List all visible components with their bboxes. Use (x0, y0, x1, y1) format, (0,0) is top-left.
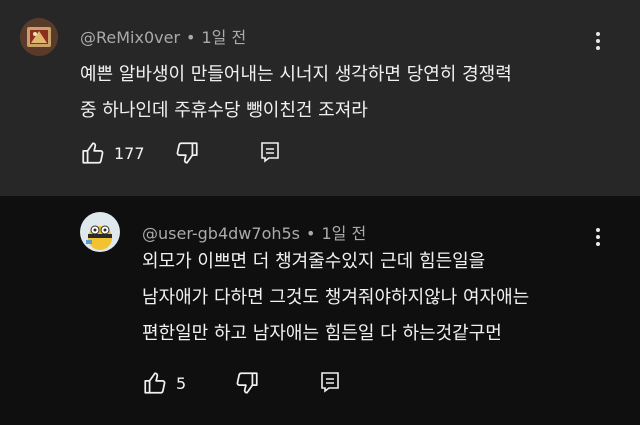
timestamp[interactable]: 1일 전 (321, 224, 366, 243)
dislike-button[interactable] (234, 370, 260, 396)
more-vert-icon[interactable] (594, 30, 602, 52)
comment-line: 중 하나인데 주휴수당 뺑이친건 조져라 (80, 100, 368, 121)
author-name[interactable]: @user-gb4dw7oh5s (142, 224, 300, 243)
like-count: 5 (176, 373, 187, 393)
comment: @ReMix0ver • 1일 전 예쁜 알바생이 만들어내는 시너지 생각하면 당… (0, 0, 640, 196)
reply-icon (258, 140, 282, 164)
thumb-down-icon (234, 370, 260, 396)
thumb-up-icon (80, 140, 106, 166)
like-button[interactable]: 5 (142, 370, 186, 396)
thumb-down-icon (174, 140, 200, 166)
reply-button[interactable] (258, 140, 282, 164)
comment-text: 외모가 이쁘면 더 챙겨줄수있지 근데 힘든일을 남자애가 다하면 그것도 챙겨… (142, 244, 622, 352)
reply-button[interactable] (318, 370, 342, 394)
comment-line: 남자애가 다하면 그것도 챙겨줘야하지않나 여자애는 (142, 287, 530, 308)
comment-line: 외모가 이쁘면 더 챙겨줄수있지 근데 힘든일을 (142, 251, 486, 272)
avatar[interactable] (20, 18, 58, 56)
timestamp[interactable]: 1일 전 (201, 28, 246, 47)
like-count: 177 (114, 143, 145, 163)
avatar[interactable] (80, 212, 120, 252)
comment-meta: @user-gb4dw7oh5s • 1일 전 (142, 220, 366, 244)
reply-icon (318, 370, 342, 394)
dislike-button[interactable] (174, 140, 200, 166)
separator: • (306, 224, 316, 243)
comment-meta: @ReMix0ver • 1일 전 (80, 24, 246, 48)
comment-line: 예쁜 알바생이 만들어내는 시너지 생각하면 당연히 경쟁력 (80, 64, 512, 85)
thumb-up-icon (142, 370, 168, 396)
separator: • (186, 28, 196, 47)
like-button[interactable]: 177 (80, 140, 145, 166)
comment-text: 예쁜 알바생이 만들어내는 시너지 생각하면 당연히 경쟁력 중 하나인데 주휴… (80, 57, 620, 129)
author-name[interactable]: @ReMix0ver (80, 28, 180, 47)
comment-line: 편한일만 하고 남자애는 힘든일 다 하는것같구먼 (142, 323, 502, 344)
